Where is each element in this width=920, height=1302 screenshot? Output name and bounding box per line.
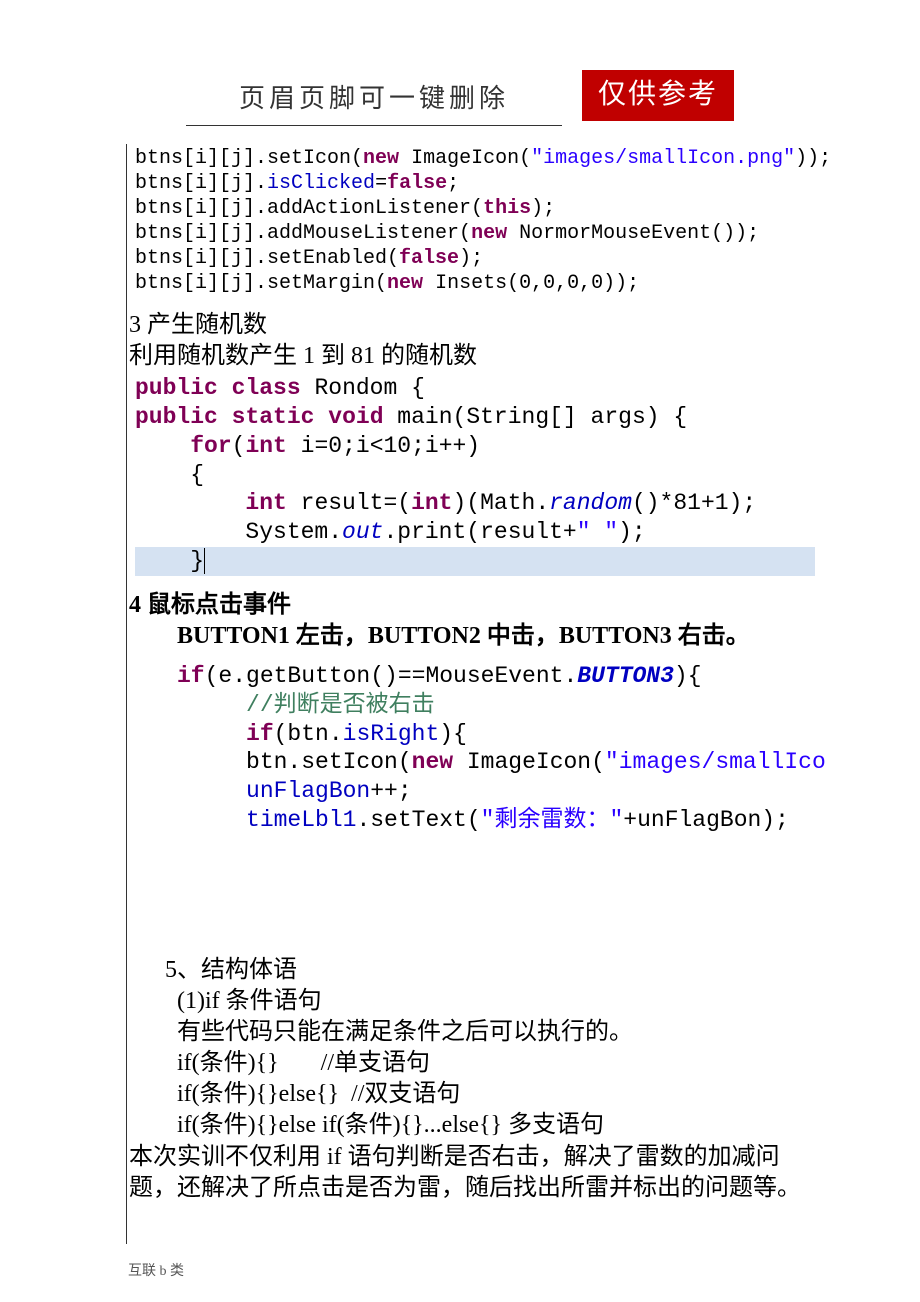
code-text: ImageIcon(	[399, 147, 531, 170]
page-header: 页眉页脚可一键删除 仅供参考	[0, 70, 920, 126]
keyword-new: new	[471, 222, 507, 245]
comment: //判断是否被右击	[246, 692, 435, 718]
keyword-new: new	[387, 272, 423, 295]
string-literal: "images/smallIcon.png"	[531, 147, 795, 170]
section-3-title: 3 产生随机数	[127, 310, 815, 341]
static-method: random	[549, 490, 632, 516]
code-text: btns[i][j].addMouseListener(	[135, 222, 471, 245]
field: isRight	[343, 721, 440, 747]
code-text: .print(result+	[383, 519, 576, 545]
highlighted-line: }	[135, 547, 815, 576]
keyword-for: for	[190, 433, 231, 459]
code-block-2: public class Rondom { public static void…	[127, 372, 815, 575]
static-field: out	[342, 519, 383, 545]
section-5-line4: if(条件){}else{} //双支语句	[127, 1079, 815, 1110]
code-text: )(Math.	[453, 490, 550, 516]
keyword-public: public	[135, 404, 218, 430]
code-text: btn.setIcon(	[246, 749, 412, 775]
section-5-line5: if(条件){}else if(条件){}...else{} 多支语句	[127, 1110, 815, 1141]
content: btns[i][j].setIcon(new ImageIcon("images…	[126, 144, 815, 1244]
section-3-desc: 利用随机数产生 1 到 81 的随机数	[127, 341, 815, 372]
keyword-if: if	[177, 663, 205, 689]
code-block-3: if(e.getButton()==MouseEvent.BUTTON3){ /…	[127, 660, 815, 835]
field: unFlagBon	[246, 778, 370, 804]
code-text: ;	[447, 172, 459, 195]
code-text: +unFlagBon);	[623, 807, 789, 833]
space	[314, 404, 328, 430]
keyword-false: false	[387, 172, 447, 195]
section-5-title: 5、结构体语	[127, 955, 815, 986]
space	[218, 404, 232, 430]
header-title: 页眉页脚可一键删除	[186, 70, 562, 126]
string-literal: "剩余雷数："	[481, 807, 624, 833]
code-text: (e.getButton()==MouseEvent.	[205, 663, 578, 689]
code-text: Rondom {	[301, 375, 425, 401]
code-text: ));	[795, 147, 831, 170]
code-text: NormorMouseEvent());	[507, 222, 759, 245]
keyword-static: static	[232, 404, 315, 430]
keyword-int: int	[411, 490, 452, 516]
code-text: i=0;i<10;i++)	[287, 433, 480, 459]
code-text: .setText(	[356, 807, 480, 833]
code-text: ){	[674, 663, 702, 689]
section-5-line2: 有些代码只能在满足条件之后可以执行的。	[127, 1017, 815, 1048]
code-text: );	[618, 519, 646, 545]
keyword-int: int	[245, 490, 286, 516]
page: 页眉页脚可一键删除 仅供参考 btns[i][j].setIcon(new Im…	[0, 0, 920, 1302]
brace: {	[190, 462, 204, 488]
constant: BUTTON3	[577, 663, 674, 689]
code-text: =	[375, 172, 387, 195]
code-text: ++;	[370, 778, 411, 804]
keyword-int: int	[245, 433, 286, 459]
code-line: btns[i][j].setIcon(	[135, 147, 363, 170]
section-4-title: 4 鼠标点击事件	[127, 590, 815, 621]
code-text: btns[i][j].addActionListener(	[135, 197, 483, 220]
keyword-new: new	[363, 147, 399, 170]
section-5-line3: if(条件){} //单支语句	[127, 1048, 815, 1079]
space	[218, 375, 232, 401]
keyword-class: class	[232, 375, 301, 401]
code-text: );	[459, 247, 483, 270]
code-text: ()*81+1);	[632, 490, 756, 516]
code-text: btns[i][j].setMargin(	[135, 272, 387, 295]
keyword-void: void	[328, 404, 383, 430]
code-text: Insets(0,0,0,0));	[423, 272, 639, 295]
string-literal: " "	[577, 519, 618, 545]
section-5-line1: (1)if 条件语句	[127, 986, 815, 1017]
section-4-desc: BUTTON1 左击，BUTTON2 中击，BUTTON3 右击。	[127, 621, 815, 652]
keyword-false: false	[399, 247, 459, 270]
code-text: btns[i][j].setEnabled(	[135, 247, 399, 270]
string-literal: "images/smallIco	[605, 749, 826, 775]
code-block-1: btns[i][j].setIcon(new ImageIcon("images…	[127, 144, 815, 296]
page-footer: 互联 b 类	[128, 1260, 184, 1280]
header-badge: 仅供参考	[582, 70, 734, 121]
field: isClicked	[267, 172, 375, 195]
code-text: btns[i][j].	[135, 172, 267, 195]
code-text: result=(	[287, 490, 411, 516]
code-text: System.	[245, 519, 342, 545]
keyword-public: public	[135, 375, 218, 401]
keyword-this: this	[483, 197, 531, 220]
code-text: (	[232, 433, 246, 459]
keyword-new: new	[412, 749, 453, 775]
field: timeLbl1	[246, 807, 356, 833]
code-text: (btn.	[274, 721, 343, 747]
brace: }	[190, 548, 205, 574]
section-5-paragraph: 本次实训不仅利用 if 语句判断是否右击，解决了雷数的加减问题，还解决了所点击是…	[127, 1142, 815, 1204]
code-text: );	[531, 197, 555, 220]
code-text: main(String[] args) {	[384, 404, 688, 430]
keyword-if: if	[246, 721, 274, 747]
code-text: ){	[439, 721, 467, 747]
code-text: ImageIcon(	[453, 749, 605, 775]
